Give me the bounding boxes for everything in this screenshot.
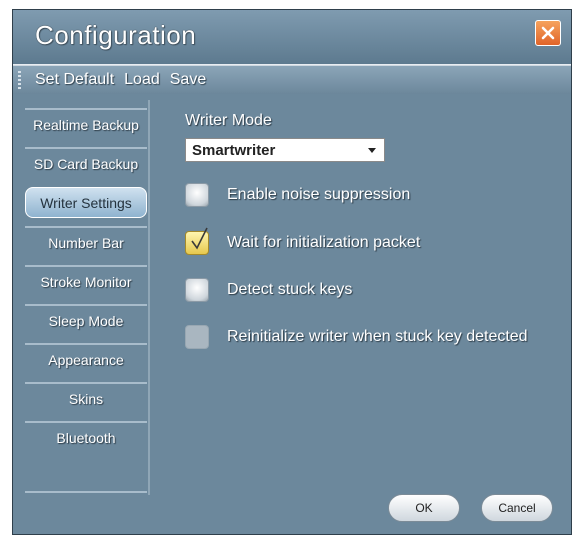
checkmark-icon <box>191 227 208 250</box>
sidebar-item-writer-settings[interactable]: Writer Settings <box>25 187 147 218</box>
writer-mode-value: Smartwriter <box>192 141 276 159</box>
writer-mode-label: Writer Mode <box>185 112 272 129</box>
menu-set-default[interactable]: Set Default <box>35 71 114 89</box>
content-area: Realtime Backup SD Card Backup Writer Se… <box>13 94 571 534</box>
checkbox-noise-suppression[interactable] <box>185 183 209 207</box>
option-label: Wait for initialization packet <box>227 234 421 251</box>
option-reinitialize-writer: Reinitialize writer when stuck key detec… <box>185 323 528 351</box>
sidebar-item-sleep-mode[interactable]: Sleep Mode <box>25 304 147 335</box>
checkbox-wait-init-packet[interactable] <box>185 227 209 255</box>
option-noise-suppression[interactable]: Enable noise suppression <box>185 181 410 209</box>
window-title: Configuration <box>35 20 197 50</box>
title-bar[interactable]: Configuration <box>13 10 571 65</box>
sidebar-item-stroke-monitor[interactable]: Stroke Monitor <box>25 265 147 296</box>
configuration-window: Configuration Set Default Load Save Real… <box>12 9 572 535</box>
sidebar-item-skins[interactable]: Skins <box>25 382 147 413</box>
sidebar-item-realtime-backup[interactable]: Realtime Backup <box>25 108 147 139</box>
sidebar-divider <box>25 491 147 493</box>
writer-mode-select[interactable]: Smartwriter <box>185 138 385 162</box>
menu-bar: Set Default Load Save <box>13 65 571 95</box>
option-label: Enable noise suppression <box>227 186 411 203</box>
checkbox-reinitialize-writer <box>185 325 209 349</box>
menu-load[interactable]: Load <box>124 71 160 89</box>
ok-button[interactable]: OK <box>388 494 460 522</box>
cancel-button[interactable]: Cancel <box>481 494 553 522</box>
settings-sidebar: Realtime Backup SD Card Backup Writer Se… <box>18 100 150 495</box>
option-label: Detect stuck keys <box>227 281 353 298</box>
sidebar-item-bluetooth[interactable]: Bluetooth <box>25 421 147 452</box>
option-detect-stuck-keys[interactable]: Detect stuck keys <box>185 276 352 304</box>
close-button[interactable] <box>535 20 561 46</box>
checkbox-detect-stuck-keys[interactable] <box>185 278 209 302</box>
chevron-down-icon <box>368 148 376 153</box>
sidebar-item-number-bar[interactable]: Number Bar <box>25 226 147 257</box>
sidebar-item-sd-card-backup[interactable]: SD Card Backup <box>25 147 147 178</box>
close-icon <box>541 26 555 40</box>
sidebar-item-appearance[interactable]: Appearance <box>25 343 147 374</box>
option-label: Reinitialize writer when stuck key detec… <box>227 328 528 345</box>
option-wait-init-packet[interactable]: Wait for initialization packet <box>185 227 421 257</box>
toolbar-grip[interactable] <box>18 71 21 89</box>
menu-save[interactable]: Save <box>170 71 206 89</box>
